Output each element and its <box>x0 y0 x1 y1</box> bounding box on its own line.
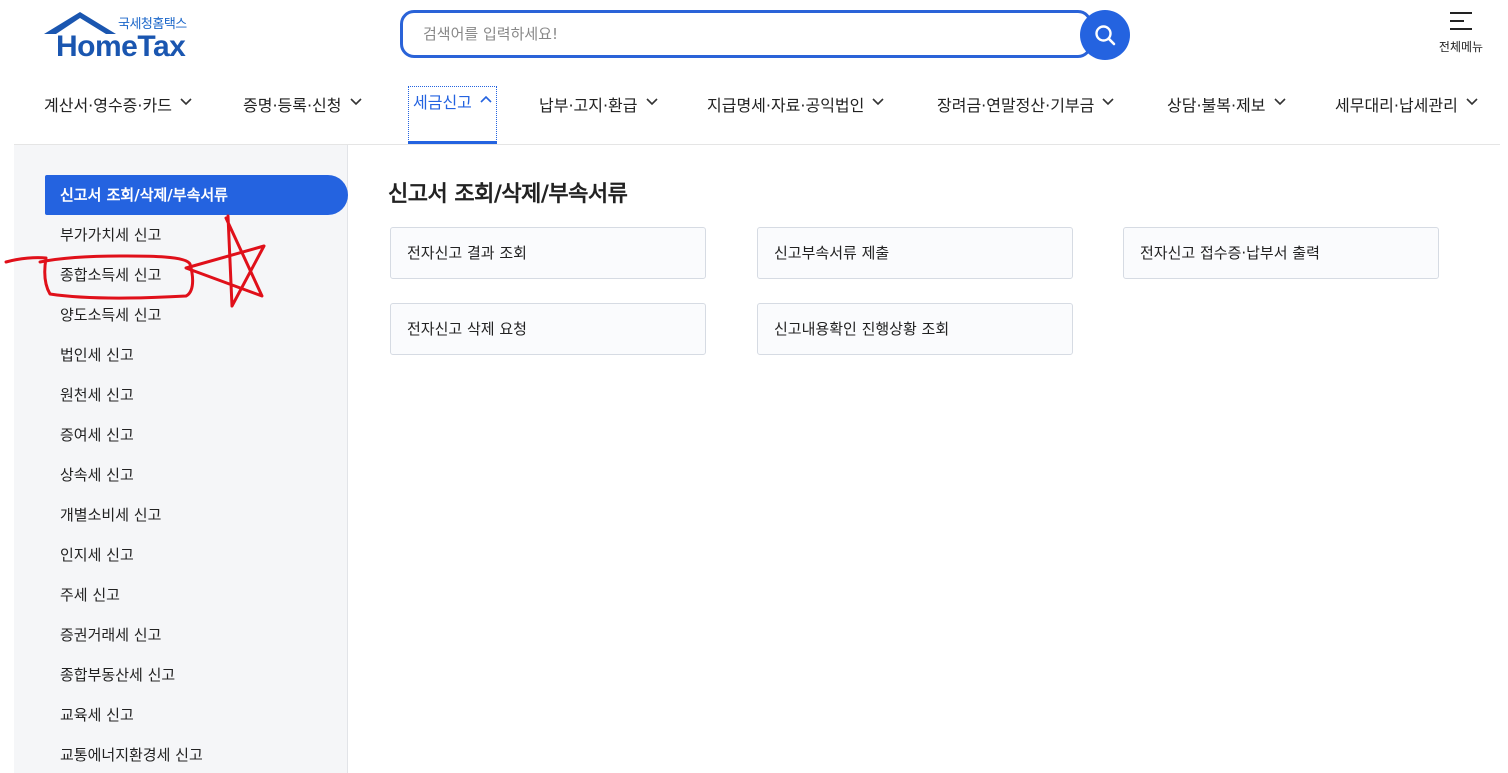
chevron-down-icon <box>180 98 192 106</box>
gnb-item-certificate[interactable]: 증명·등록·신청 <box>243 90 362 144</box>
gnb-item-label: 증명·등록·신청 <box>243 96 342 115</box>
sidebar-item-education-tax[interactable]: 교육세 신고 <box>45 695 348 735</box>
card-attachment-submit[interactable]: 신고부속서류 제출 <box>757 227 1073 279</box>
sidebar-item-excise[interactable]: 개별소비세 신고 <box>45 495 348 535</box>
header: 국세청홈택스 HomeTax 전체메뉴 계산서·영수증·카드 증명·등록·신청 <box>0 0 1508 146</box>
sidebar-item-liquor-tax[interactable]: 주세 신고 <box>45 575 348 615</box>
sidebar-menu: 신고서 조회/삭제/부속서류 부가가치세 신고 종합소득세 신고 양도소득세 신… <box>45 175 348 773</box>
sidebar-item-withholding[interactable]: 원천세 신고 <box>45 375 348 415</box>
global-nav: 계산서·영수증·카드 증명·등록·신청 세금신고 납부·고지·환급 지급명세·자… <box>0 84 1508 146</box>
hamburger-icon <box>1450 12 1472 30</box>
sidebar-item-vat[interactable]: 부가가치세 신고 <box>45 215 348 255</box>
chevron-down-icon <box>349 98 362 106</box>
sidebar-item-gift-tax[interactable]: 증여세 신고 <box>45 415 348 455</box>
gnb-item-tax-agent[interactable]: 세무대리·납세관리 <box>1335 90 1478 144</box>
gnb-item-label: 상담·불복·제보 <box>1167 96 1266 115</box>
chevron-up-icon <box>480 95 492 103</box>
gnb-item-tax-filing[interactable]: 세금신고 <box>408 86 497 144</box>
search-bar <box>400 10 1130 60</box>
sidebar-item-securities[interactable]: 증권거래세 신고 <box>45 615 348 655</box>
card-review-status[interactable]: 신고내용확인 진행상황 조회 <box>757 303 1073 355</box>
all-menu-label: 전체메뉴 <box>1438 40 1484 54</box>
search-input[interactable] <box>400 10 1092 58</box>
gnb-item-label: 세금신고 <box>413 93 472 112</box>
gnb-item-payment[interactable]: 납부·고지·환급 <box>539 90 658 144</box>
sidebar-item-inheritance[interactable]: 상속세 신고 <box>45 455 348 495</box>
gnb-item-incentives[interactable]: 장려금·연말정산·기부금 <box>937 90 1114 144</box>
sidebar-item-income-tax[interactable]: 종합소득세 신고 <box>45 255 348 295</box>
all-menu-button[interactable]: 전체메뉴 <box>1430 10 1492 62</box>
chevron-down-icon <box>1273 98 1286 106</box>
sidebar-item-capital-gains[interactable]: 양도소득세 신고 <box>45 295 348 335</box>
gnb-item-statements[interactable]: 지급명세·자료·공익법인 <box>707 90 884 144</box>
sidebar-item-return-inquiry[interactable]: 신고서 조회/삭제/부속서류 <box>45 175 348 215</box>
gnb-item-label: 세무대리·납세관리 <box>1335 96 1458 115</box>
gnb-item-invoice[interactable]: 계산서·영수증·카드 <box>44 90 192 144</box>
gnb-item-consulting[interactable]: 상담·불복·제보 <box>1167 90 1286 144</box>
hometax-logo[interactable]: 국세청홈택스 HomeTax <box>44 10 204 63</box>
search-button[interactable] <box>1080 10 1130 60</box>
chevron-down-icon <box>1466 98 1478 106</box>
chevron-down-icon <box>645 98 658 106</box>
sidebar: 신고서 조회/삭제/부속서류 부가가치세 신고 종합소득세 신고 양도소득세 신… <box>14 145 348 773</box>
card-receipt-print[interactable]: 전자신고 접수증·납부서 출력 <box>1123 227 1439 279</box>
search-icon <box>1095 25 1116 46</box>
gnb-item-label: 장려금·연말정산·기부금 <box>937 96 1095 115</box>
logo-wordmark: HomeTax <box>56 30 186 63</box>
gnb-item-label: 계산서·영수증·카드 <box>44 96 172 115</box>
card-efiling-result[interactable]: 전자신고 결과 조회 <box>390 227 706 279</box>
sidebar-item-transport-tax[interactable]: 교통에너지환경세 신고 <box>45 735 348 773</box>
sidebar-item-stamp-duty[interactable]: 인지세 신고 <box>45 535 348 575</box>
chevron-down-icon <box>872 98 884 106</box>
chevron-down-icon <box>1102 98 1114 106</box>
card-efiling-delete[interactable]: 전자신고 삭제 요청 <box>390 303 706 355</box>
page-title: 신고서 조회/삭제/부속서류 <box>388 182 628 207</box>
gnb-item-label: 납부·고지·환급 <box>539 96 638 115</box>
sidebar-item-corporate-tax[interactable]: 법인세 신고 <box>45 335 348 375</box>
gnb-item-label: 지급명세·자료·공익법인 <box>707 96 865 115</box>
sidebar-item-property-tax[interactable]: 종합부동산세 신고 <box>45 655 348 695</box>
